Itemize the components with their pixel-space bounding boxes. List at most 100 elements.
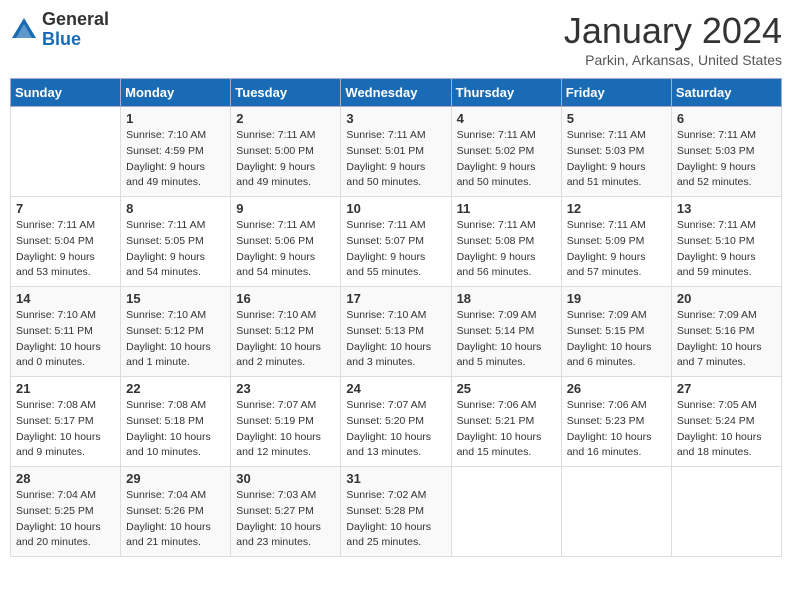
calendar-cell: 23Sunrise: 7:07 AMSunset: 5:19 PMDayligh…	[231, 377, 341, 467]
cell-content: Sunrise: 7:11 AMSunset: 5:10 PMDaylight:…	[677, 218, 776, 281]
calendar-cell: 2 Sunrise: 7:11 AMSunset: 5:00 PMDaylight…	[231, 107, 341, 197]
day-number: 13	[677, 201, 776, 216]
weekday-header: Saturday	[671, 79, 781, 107]
calendar-week-row: 1 Sunrise: 7:10 AMSunset: 4:59 PMDaylight…	[11, 107, 782, 197]
calendar-cell: 11 Sunrise: 7:11 AMSunset: 5:08 PMDayligh…	[451, 197, 561, 287]
calendar-cell: 13 Sunrise: 7:11 AMSunset: 5:10 PMDayligh…	[671, 197, 781, 287]
weekday-header: Tuesday	[231, 79, 341, 107]
calendar-cell: 5Sunrise: 7:11 AMSunset: 5:03 PMDaylight…	[561, 107, 671, 197]
weekday-header: Sunday	[11, 79, 121, 107]
cell-content: Sunrise: 7:10 AMSunset: 5:11 PMDaylight:…	[16, 308, 115, 371]
day-number: 1	[126, 111, 225, 126]
calendar-cell: 26 Sunrise: 7:06 AMSunset: 5:23 PMDayligh…	[561, 377, 671, 467]
day-number: 7	[16, 201, 115, 216]
calendar-cell: 12Sunrise: 7:11 AMSunset: 5:09 PMDayligh…	[561, 197, 671, 287]
calendar-cell: 9 Sunrise: 7:11 AMSunset: 5:06 PMDaylight…	[231, 197, 341, 287]
day-number: 21	[16, 381, 115, 396]
logo: General Blue	[10, 10, 109, 50]
day-number: 15	[126, 291, 225, 306]
day-number: 24	[346, 381, 445, 396]
cell-content: Sunrise: 7:09 AMSunset: 5:15 PMDaylight:…	[567, 308, 666, 371]
cell-content: Sunrise: 7:09 AMSunset: 5:14 PMDaylight:…	[457, 308, 556, 371]
cell-content: Sunrise: 7:04 AMSunset: 5:25 PMDaylight:…	[16, 488, 115, 551]
calendar-cell: 17 Sunrise: 7:10 AMSunset: 5:13 PMDayligh…	[341, 287, 451, 377]
calendar-cell: 16Sunrise: 7:10 AMSunset: 5:12 PMDayligh…	[231, 287, 341, 377]
day-number: 17	[346, 291, 445, 306]
day-number: 8	[126, 201, 225, 216]
cell-content: Sunrise: 7:11 AMSunset: 5:05 PMDaylight:…	[126, 218, 225, 281]
calendar-cell: 3Sunrise: 7:11 AMSunset: 5:01 PMDaylight…	[341, 107, 451, 197]
day-number: 25	[457, 381, 556, 396]
day-number: 30	[236, 471, 335, 486]
calendar-cell	[11, 107, 121, 197]
calendar-cell: 31Sunrise: 7:02 AMSunset: 5:28 PMDayligh…	[341, 467, 451, 557]
cell-content: Sunrise: 7:04 AMSunset: 5:26 PMDaylight:…	[126, 488, 225, 551]
calendar-cell: 7 Sunrise: 7:11 AMSunset: 5:04 PMDaylight…	[11, 197, 121, 287]
calendar-cell	[451, 467, 561, 557]
cell-content: Sunrise: 7:11 AMSunset: 5:03 PMDaylight:…	[567, 128, 666, 191]
location: Parkin, Arkansas, United States	[564, 52, 782, 68]
month-title: January 2024	[564, 10, 782, 52]
calendar-week-row: 7 Sunrise: 7:11 AMSunset: 5:04 PMDaylight…	[11, 197, 782, 287]
day-number: 3	[346, 111, 445, 126]
calendar-cell: 15Sunrise: 7:10 AMSunset: 5:12 PMDayligh…	[121, 287, 231, 377]
calendar-cell: 8 Sunrise: 7:11 AMSunset: 5:05 PMDaylight…	[121, 197, 231, 287]
logo-icon	[10, 16, 38, 44]
day-number: 12	[567, 201, 666, 216]
cell-content: Sunrise: 7:11 AMSunset: 5:07 PMDaylight:…	[346, 218, 445, 281]
day-number: 11	[457, 201, 556, 216]
calendar-cell	[671, 467, 781, 557]
cell-content: Sunrise: 7:06 AMSunset: 5:23 PMDaylight:…	[567, 398, 666, 461]
logo-text: General Blue	[42, 10, 109, 50]
calendar-cell: 20 Sunrise: 7:09 AMSunset: 5:16 PMDayligh…	[671, 287, 781, 377]
cell-content: Sunrise: 7:11 AMSunset: 5:08 PMDaylight:…	[457, 218, 556, 281]
day-number: 28	[16, 471, 115, 486]
cell-content: Sunrise: 7:08 AMSunset: 5:17 PMDaylight:…	[16, 398, 115, 461]
day-number: 22	[126, 381, 225, 396]
day-number: 18	[457, 291, 556, 306]
cell-content: Sunrise: 7:08 AMSunset: 5:18 PMDaylight:…	[126, 398, 225, 461]
title-block: January 2024 Parkin, Arkansas, United St…	[564, 10, 782, 68]
cell-content: Sunrise: 7:11 AMSunset: 5:00 PMDaylight:…	[236, 128, 335, 191]
cell-content: Sunrise: 7:11 AMSunset: 5:04 PMDaylight:…	[16, 218, 115, 281]
cell-content: Sunrise: 7:10 AMSunset: 4:59 PMDaylight:…	[126, 128, 225, 191]
calendar-cell: 6Sunrise: 7:11 AMSunset: 5:03 PMDaylight…	[671, 107, 781, 197]
day-number: 20	[677, 291, 776, 306]
calendar-cell	[561, 467, 671, 557]
day-number: 26	[567, 381, 666, 396]
calendar-cell: 1 Sunrise: 7:10 AMSunset: 4:59 PMDaylight…	[121, 107, 231, 197]
cell-content: Sunrise: 7:07 AMSunset: 5:19 PMDaylight:…	[236, 398, 335, 461]
day-number: 2	[236, 111, 335, 126]
cell-content: Sunrise: 7:05 AMSunset: 5:24 PMDaylight:…	[677, 398, 776, 461]
cell-content: Sunrise: 7:11 AMSunset: 5:06 PMDaylight:…	[236, 218, 335, 281]
calendar-cell: 24 Sunrise: 7:07 AMSunset: 5:20 PMDayligh…	[341, 377, 451, 467]
weekday-header: Thursday	[451, 79, 561, 107]
calendar-cell: 19 Sunrise: 7:09 AMSunset: 5:15 PMDayligh…	[561, 287, 671, 377]
calendar-cell: 10Sunrise: 7:11 AMSunset: 5:07 PMDayligh…	[341, 197, 451, 287]
cell-content: Sunrise: 7:10 AMSunset: 5:13 PMDaylight:…	[346, 308, 445, 371]
day-number: 9	[236, 201, 335, 216]
cell-content: Sunrise: 7:02 AMSunset: 5:28 PMDaylight:…	[346, 488, 445, 551]
day-number: 6	[677, 111, 776, 126]
calendar-cell: 21 Sunrise: 7:08 AMSunset: 5:17 PMDayligh…	[11, 377, 121, 467]
calendar-week-row: 28 Sunrise: 7:04 AMSunset: 5:25 PMDayligh…	[11, 467, 782, 557]
day-number: 19	[567, 291, 666, 306]
weekday-header: Friday	[561, 79, 671, 107]
calendar-cell: 22 Sunrise: 7:08 AMSunset: 5:18 PMDayligh…	[121, 377, 231, 467]
calendar-week-row: 21 Sunrise: 7:08 AMSunset: 5:17 PMDayligh…	[11, 377, 782, 467]
cell-content: Sunrise: 7:07 AMSunset: 5:20 PMDaylight:…	[346, 398, 445, 461]
calendar-cell: 18 Sunrise: 7:09 AMSunset: 5:14 PMDayligh…	[451, 287, 561, 377]
calendar-table: SundayMondayTuesdayWednesdayThursdayFrid…	[10, 78, 782, 557]
cell-content: Sunrise: 7:03 AMSunset: 5:27 PMDaylight:…	[236, 488, 335, 551]
weekday-header: Wednesday	[341, 79, 451, 107]
day-number: 16	[236, 291, 335, 306]
calendar-cell: 29Sunrise: 7:04 AMSunset: 5:26 PMDayligh…	[121, 467, 231, 557]
cell-content: Sunrise: 7:09 AMSunset: 5:16 PMDaylight:…	[677, 308, 776, 371]
page-header: General Blue January 2024 Parkin, Arkans…	[10, 10, 782, 68]
calendar-week-row: 14Sunrise: 7:10 AMSunset: 5:11 PMDayligh…	[11, 287, 782, 377]
calendar-cell: 25 Sunrise: 7:06 AMSunset: 5:21 PMDayligh…	[451, 377, 561, 467]
cell-content: Sunrise: 7:06 AMSunset: 5:21 PMDaylight:…	[457, 398, 556, 461]
cell-content: Sunrise: 7:11 AMSunset: 5:02 PMDaylight:…	[457, 128, 556, 191]
weekday-header-row: SundayMondayTuesdayWednesdayThursdayFrid…	[11, 79, 782, 107]
calendar-cell: 28 Sunrise: 7:04 AMSunset: 5:25 PMDayligh…	[11, 467, 121, 557]
